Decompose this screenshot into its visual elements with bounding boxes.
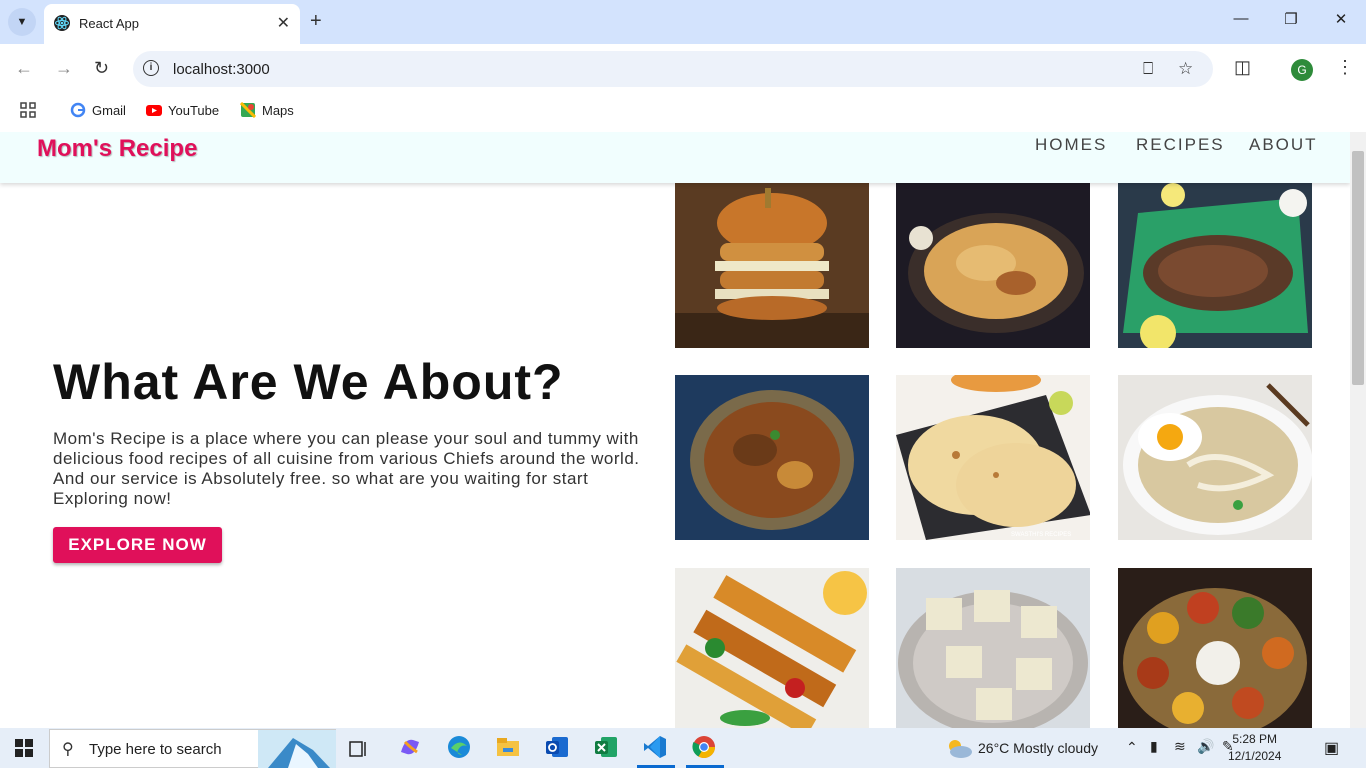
clock-time: 5:28 PM (1232, 732, 1278, 746)
extensions-icon[interactable]: ◫ (1234, 57, 1251, 78)
react-favicon-icon (54, 15, 70, 31)
weather-text[interactable]: 26°C Mostly cloudy (978, 740, 1098, 756)
forward-icon[interactable]: → (55, 58, 73, 79)
thali-image (1118, 568, 1312, 728)
volume-icon[interactable]: 🔊 (1197, 738, 1214, 755)
web-page: Mom's Recipe HOMES RECIPES ABOUT What Ar… (0, 132, 1350, 728)
youtube-icon (146, 105, 162, 116)
hero-description: Mom's Recipe is a place where you can pl… (53, 429, 640, 508)
google-icon (70, 102, 86, 118)
address-bar[interactable]: i localhost:3000 ⎕ ☆ (133, 51, 1213, 87)
fish-fry-image (1118, 183, 1312, 348)
install-app-icon[interactable]: ⎕ (1143, 59, 1153, 79)
profile-avatar[interactable]: G (1291, 59, 1313, 81)
apps-grid-icon[interactable] (20, 102, 36, 118)
curry-image (675, 375, 869, 540)
paneer-tikka-image (675, 568, 869, 728)
back-icon[interactable]: ← (15, 58, 33, 79)
bookmark-maps[interactable]: Maps (240, 102, 294, 118)
wifi-icon[interactable]: ≋ (1174, 738, 1186, 755)
maps-icon (240, 102, 256, 118)
taskbar-search-box[interactable]: ⚲ Type here to search (49, 729, 336, 768)
reload-icon[interactable]: ↻ (94, 58, 109, 79)
chevron-up-icon[interactable]: ⌃ (1126, 739, 1138, 756)
copilot-icon[interactable] (397, 734, 425, 762)
hero-title: What Are We About? (53, 354, 564, 410)
iceberg-icon (258, 730, 336, 768)
minimize-icon[interactable]: — (1231, 10, 1251, 27)
search-icon: ⚲ (62, 741, 74, 758)
vscode-icon[interactable] (642, 734, 670, 762)
barfi-image (896, 568, 1090, 728)
explore-now-button[interactable]: EXPLORE NOW (53, 527, 222, 563)
task-view-icon[interactable] (348, 734, 376, 762)
restore-icon[interactable]: ❐ (1281, 10, 1301, 28)
bookmark-label: YouTube (168, 102, 220, 118)
close-tab-icon[interactable]: ✕ (277, 13, 290, 33)
nav-homes[interactable]: HOMES (1035, 135, 1107, 155)
site-header: Mom's Recipe HOMES RECIPES ABOUT (0, 132, 1350, 183)
scrollbar-thumb[interactable] (1352, 151, 1364, 385)
windows-start-icon[interactable] (15, 739, 33, 762)
burger-image (675, 183, 869, 348)
nav-about[interactable]: ABOUT (1249, 135, 1318, 155)
noodle-soup-image (1118, 375, 1312, 540)
bookmark-label: Maps (262, 102, 294, 118)
bookmark-youtube[interactable]: YouTube (146, 102, 219, 118)
menu-kebab-icon[interactable]: ⋮ (1336, 57, 1354, 78)
taskbar-search-placeholder: Type here to search (89, 741, 222, 758)
new-tab-icon[interactable]: + (310, 9, 322, 33)
bookmark-gmail[interactable]: Gmail (70, 102, 126, 118)
notification-icon[interactable]: ▣ (1324, 738, 1339, 758)
edge-icon[interactable] (446, 734, 474, 762)
site-info-icon[interactable]: i (143, 60, 159, 76)
file-explorer-icon[interactable] (495, 734, 523, 762)
outlook-icon[interactable] (544, 734, 572, 762)
excel-icon[interactable] (593, 734, 621, 762)
taskbar-clock[interactable]: 5:28 PM 12/1/2024 (1228, 731, 1281, 765)
naan-image: SWASTHI'S RECIPES (896, 375, 1090, 540)
url-text[interactable]: localhost:3000 (173, 61, 270, 78)
site-logo[interactable]: Mom's Recipe (37, 135, 197, 163)
tab-title: React App (79, 16, 139, 31)
nav-recipes[interactable]: RECIPES (1136, 135, 1225, 155)
chrome-icon[interactable] (691, 734, 719, 762)
biryani-image (896, 183, 1090, 348)
window-close-icon[interactable]: ✕ (1331, 10, 1351, 28)
bookmark-star-icon[interactable]: ☆ (1178, 59, 1193, 79)
bookmark-label: Gmail (92, 102, 126, 118)
recipe-watermark: SWASTHI'S RECIPES (1011, 532, 1071, 538)
weather-cloud-icon (945, 738, 973, 763)
clock-date: 12/1/2024 (1228, 749, 1282, 763)
chevron-down-icon: ▼ (16, 16, 28, 28)
tab-search-button[interactable]: ▼ (8, 8, 36, 36)
battery-icon[interactable]: ▮ (1150, 738, 1158, 755)
browser-tab[interactable]: React App ✕ (44, 4, 300, 44)
